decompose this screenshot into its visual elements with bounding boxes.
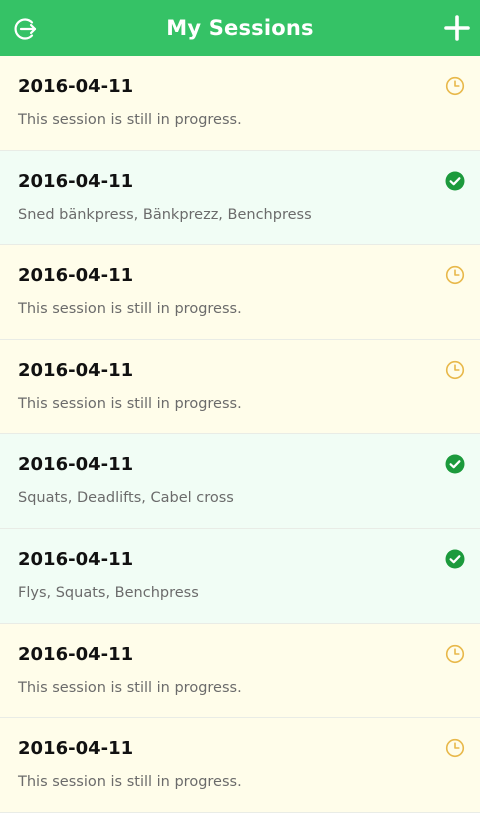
session-date: 2016-04-11 (18, 76, 134, 97)
session-item[interactable]: 2016-04-11 This session is still in prog… (0, 339, 480, 435)
status-icon (445, 265, 465, 285)
plus-icon (444, 15, 470, 41)
session-date: 2016-04-11 (18, 454, 134, 476)
status-icon (445, 644, 465, 664)
status-icon (445, 454, 465, 474)
session-item[interactable]: 2016-04-11 This session is still in prog… (0, 245, 480, 340)
session-item[interactable]: 2016-04-11 Sned bänkpress, Bänkprezz, Be… (0, 150, 480, 246)
session-description: Squats, Deadlifts, Cabel cross (18, 490, 234, 507)
checkmark-icon (445, 171, 465, 191)
status-icon (445, 171, 465, 191)
session-description: This session is still in progress. (18, 395, 242, 412)
app-header: My Sessions (0, 0, 480, 56)
clock-icon (445, 76, 465, 96)
clock-icon (445, 739, 465, 758)
page-title: My Sessions (166, 16, 314, 40)
session-description: Sned bänkpress, Bänkprezz, Benchpress (18, 206, 312, 223)
session-date: 2016-04-11 (18, 643, 134, 665)
session-date: 2016-04-11 (18, 265, 134, 287)
status-icon (445, 76, 465, 96)
logout-icon (14, 18, 37, 40)
status-icon (445, 738, 465, 758)
session-description: Flys, Squats, Benchpress (18, 584, 199, 601)
session-date: 2016-04-11 (18, 738, 134, 760)
session-item[interactable]: 2016-04-11 This session is still in prog… (0, 718, 480, 813)
add-session-button[interactable] (443, 14, 471, 42)
status-icon (445, 360, 465, 380)
clock-icon (445, 360, 465, 379)
session-item[interactable]: 2016-04-11 This session is still in prog… (0, 623, 480, 719)
session-list: 2016-04-11 This session is still in prog… (0, 56, 480, 813)
session-date: 2016-04-11 (18, 548, 134, 570)
session-description: This session is still in progress. (18, 112, 242, 128)
logout-button[interactable] (10, 14, 40, 44)
checkmark-icon (445, 454, 465, 474)
session-description: This session is still in progress. (18, 301, 242, 318)
session-item[interactable]: 2016-04-11 Squats, Deadlifts, Cabel cros… (0, 434, 480, 529)
clock-icon (445, 266, 465, 285)
session-description: This session is still in progress. (18, 679, 242, 696)
session-item[interactable]: 2016-04-11 This session is still in prog… (0, 56, 480, 151)
session-date: 2016-04-11 (18, 359, 134, 381)
clock-icon (445, 644, 465, 663)
status-icon (445, 549, 465, 569)
checkmark-icon (445, 549, 465, 569)
session-item[interactable]: 2016-04-11 Flys, Squats, Benchpress (0, 528, 480, 624)
session-description: This session is still in progress. (18, 774, 242, 791)
session-date: 2016-04-11 (18, 170, 134, 192)
